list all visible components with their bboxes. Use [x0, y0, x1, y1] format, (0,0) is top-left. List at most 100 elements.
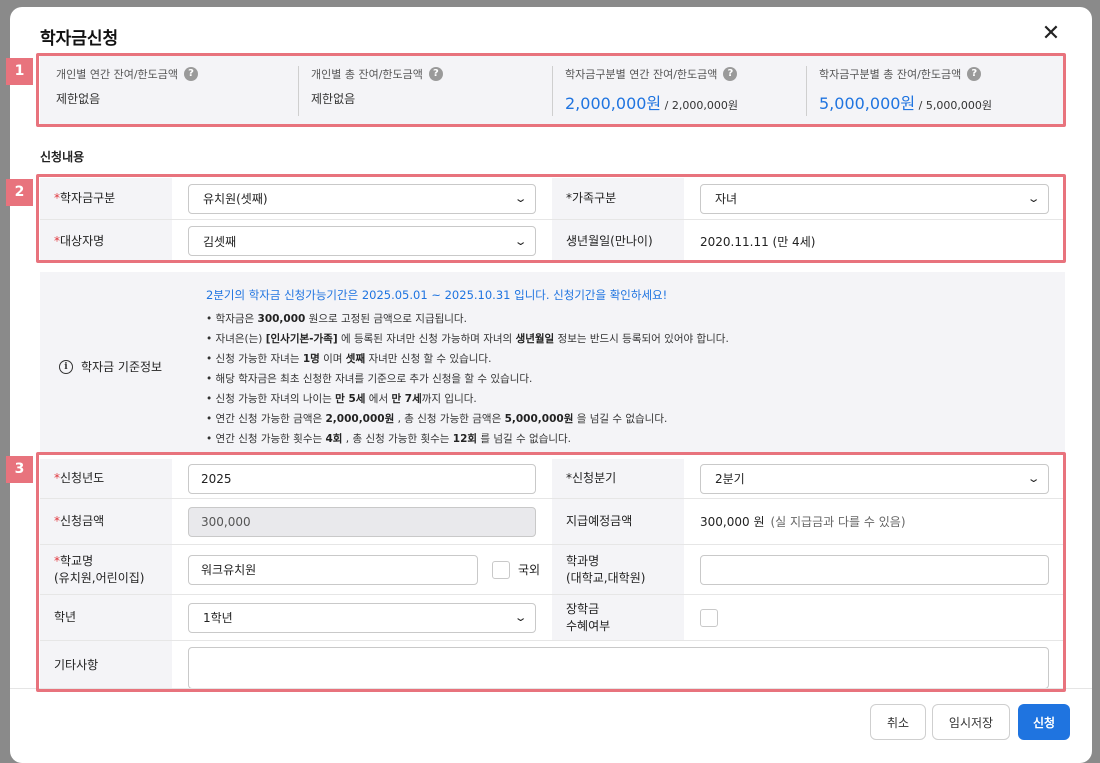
info-icon: i: [59, 359, 73, 374]
info-headline: 2분기의 학자금 신청가능기간은 2025.05.01 ~ 2025.10.31…: [206, 288, 668, 302]
form-row-school: *학교명 (유치원,어린이집) 워크유치원 국외 학과명 (대학교,대학원): [40, 545, 1065, 595]
info-text: , 총 신청 가능한 횟수는: [342, 433, 453, 445]
chevron-down-icon: ⌄: [513, 234, 528, 248]
info-text: 에서: [365, 393, 392, 405]
info-text: , 총 신청 가능한 금액은: [394, 413, 505, 425]
family-select-value: 자녀: [715, 192, 738, 206]
info-text: • 연간 신청 가능한 횟수는: [206, 433, 326, 445]
summary-type-annual: 학자금구분별 연간 잔여/한도금액? 2,000,000원 / 2,000,00…: [552, 66, 802, 116]
info-text: 이며: [319, 353, 346, 365]
cancel-button[interactable]: 취소: [870, 704, 926, 740]
info-emphasis: 만 7세: [391, 393, 422, 405]
info-text: • 연간 신청 가능한 금액은: [206, 413, 326, 425]
help-icon[interactable]: ?: [184, 67, 199, 81]
info-emphasis: 300,000: [257, 313, 306, 325]
scholarship-checkbox[interactable]: [700, 608, 718, 627]
overseas-label: 국외: [518, 563, 541, 577]
info-panel: i 학자금 기준정보 2분기의 학자금 신청가능기간은 2025.05.01 ~ …: [40, 272, 1065, 452]
form-row-year: * 신청년도 2025 * 신청분기 2분기 ⌄: [40, 459, 1065, 499]
marker-2: 2: [6, 179, 33, 206]
info-lines: • 학자금은 300,000 원으로 고정된 금액으로 지급됩니다. • 자녀은(…: [206, 309, 1046, 449]
limit-summary: 개인별 연간 잔여/한도금액? 제한없음 개인별 총 잔여/한도금액? 제한없음…: [40, 56, 1065, 126]
type-select-value: 유치원(셋째): [203, 192, 268, 206]
info-text: 를 넘길 수 없습니다.: [477, 433, 572, 445]
year-label: 신청년도: [60, 471, 105, 485]
info-line: • 해당 학자금은 최초 신청한 자녀를 기준으로 추가 신청을 할 수 있습니…: [206, 369, 1046, 389]
family-select[interactable]: 자녀 ⌄: [700, 183, 1049, 214]
info-text: • 해당 학자금은 최초 신청한 자녀를 기준으로 추가 신청을 할 수 있습니…: [206, 373, 533, 385]
family-label: 가족구분: [572, 191, 617, 205]
dept-label: 학과명: [566, 553, 600, 568]
target-select[interactable]: 김셋째 ⌄: [188, 226, 536, 256]
summary-personal-annual: 개인별 연간 잔여/한도금액? 제한없음: [56, 66, 296, 116]
info-text: • 신청 가능한 자녀의 나이는: [206, 393, 336, 405]
info-emphasis: 1명: [302, 353, 320, 365]
info-line: • 연간 신청 가능한 횟수는 4회 , 총 신청 가능한 횟수는 12회 를 …: [206, 429, 1046, 449]
info-emphasis: 12회: [452, 433, 478, 445]
summary-label: 학자금구분별 연간 잔여/한도금액: [565, 68, 718, 81]
dept-input[interactable]: [700, 554, 1049, 585]
expected-label: 지급예정금액: [566, 514, 633, 528]
form-row-target: * 대상자명 김셋째 ⌄ 생년월일(만나이) 2020.11.11 (만 4세): [40, 220, 1065, 262]
info-text: 자녀만 신청 할 수 있습니다.: [365, 353, 492, 365]
etc-textarea[interactable]: [188, 647, 1049, 689]
form-row-amount: * 신청금액 300,000 지급예정금액 300,000 원 (실 지급금과 다를…: [40, 499, 1065, 545]
overseas-checkbox[interactable]: [492, 560, 510, 579]
footer-divider: [10, 688, 1092, 689]
marker-1: 1: [6, 58, 33, 85]
form-row-grade: 학년 1학년 ⌄ 장학금 수혜여부: [40, 595, 1065, 641]
grade-label: 학년: [54, 610, 77, 624]
info-text: • 자녀은(는): [206, 333, 266, 345]
section-title: 신청내용: [40, 150, 85, 164]
summary-limit: / 2,000,000원: [661, 99, 738, 112]
form-row-etc: 기타사항: [40, 641, 1065, 689]
info-text: 을 넘길 수 없습니다.: [573, 413, 668, 425]
expected-note: (실 지급금과 다를 수 있음): [770, 515, 906, 529]
info-line: • 자녀은(는) [인사기본-가족] 에 등록된 자녀만 신청 가능하며 자녀의…: [206, 329, 1046, 349]
info-emphasis: 셋째: [345, 353, 366, 365]
birth-value: 2020.11.11 (만 4세): [700, 234, 816, 249]
info-line: • 연간 신청 가능한 금액은 2,000,000원 , 총 신청 가능한 금액…: [206, 409, 1046, 429]
temp-save-button[interactable]: 임시저장: [932, 704, 1010, 740]
type-label: 학자금구분: [60, 191, 116, 205]
info-text: 까지 입니다.: [421, 393, 477, 405]
info-line: • 신청 가능한 자녀는 1명 이며 셋째 자녀만 신청 할 수 있습니다.: [206, 349, 1046, 369]
help-icon[interactable]: ?: [428, 67, 443, 81]
dialog-title: 학자금신청: [40, 29, 119, 49]
summary-limit: / 5,000,000원: [915, 99, 992, 112]
application-dialog: 학자금신청 ✕ 개인별 연간 잔여/한도금액? 제한없음 개인별 총 잔여/한도…: [10, 7, 1092, 763]
close-icon[interactable]: ✕: [1040, 23, 1062, 46]
school-input[interactable]: 워크유치원: [188, 554, 478, 585]
year-input[interactable]: 2025: [188, 463, 536, 494]
info-text: • 신청 가능한 자녀는: [206, 353, 303, 365]
summary-label: 개인별 연간 잔여/한도금액: [56, 68, 179, 81]
info-body: 2분기의 학자금 신청가능기간은 2025.05.01 ~ 2025.10.31…: [206, 287, 1046, 449]
summary-amount: 5,000,000원: [819, 94, 916, 113]
amount-input: 300,000: [188, 506, 536, 537]
quarter-select[interactable]: 2분기 ⌄: [700, 463, 1049, 494]
target-label: 대상자명: [60, 233, 105, 248]
info-text: 정보는 반드시 등록되어 있어야 합니다.: [554, 333, 729, 345]
grade-select-value: 1학년: [203, 611, 233, 625]
info-emphasis: 생년월일: [515, 333, 555, 345]
chevron-down-icon: ⌄: [513, 192, 528, 205]
summary-value: 제한없음: [56, 92, 101, 106]
info-text: • 학자금은: [206, 313, 258, 325]
grade-select[interactable]: 1학년 ⌄: [188, 602, 536, 633]
school-label: 학교명: [60, 553, 94, 568]
chevron-down-icon: ⌄: [1026, 192, 1041, 205]
summary-label: 학자금구분별 총 잔여/한도금액: [819, 68, 962, 81]
info-emphasis: 5,000,000원: [504, 413, 574, 425]
help-icon[interactable]: ?: [723, 67, 738, 81]
scholar-label-sub: 수혜여부: [566, 618, 611, 633]
info-emphasis: [인사기본-가족]: [265, 333, 338, 345]
summary-type-total: 학자금구분별 총 잔여/한도금액? 5,000,000원 / 5,000,000…: [806, 66, 1056, 116]
chevron-down-icon: ⌄: [513, 611, 528, 624]
quarter-label: 신청분기: [572, 471, 617, 485]
expected-value: 300,000 원: [700, 515, 765, 529]
help-icon[interactable]: ?: [967, 67, 982, 81]
submit-button[interactable]: 신청: [1018, 704, 1070, 740]
info-label: 학자금 기준정보: [81, 360, 163, 374]
type-select[interactable]: 유치원(셋째) ⌄: [188, 183, 536, 214]
summary-value: 제한없음: [311, 92, 356, 106]
